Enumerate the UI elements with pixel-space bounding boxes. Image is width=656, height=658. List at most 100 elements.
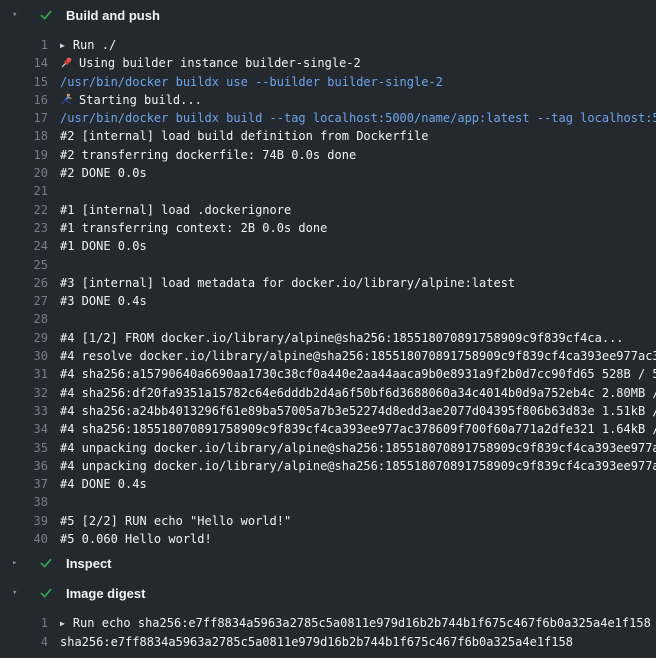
line-number[interactable]: 25 (0, 256, 48, 274)
line-number[interactable]: 38 (0, 493, 48, 511)
line-number[interactable]: 36 (0, 457, 48, 475)
log-text (60, 182, 656, 200)
log-line: 36 #4 unpacking docker.io/library/alpine@… (0, 457, 656, 475)
log-line: 35 #4 unpacking docker.io/library/alpine@… (0, 439, 656, 457)
runner-icon (60, 93, 79, 107)
log-text: #2 transferring dockerfile: 74B 0.0s don… (60, 146, 656, 164)
line-number[interactable]: 23 (0, 219, 48, 237)
log-text: #4 sha256:df20fa9351a15782c64e6dddb2d4a6… (60, 384, 656, 402)
expand-arrow-icon[interactable]: ▶ (60, 615, 65, 632)
log-text-value: /usr/bin/docker buildx build --tag local… (60, 111, 656, 125)
log-line: 32 #4 sha256:df20fa9351a15782c64e6dddb2d4… (0, 384, 656, 402)
log-text: #4 unpacking docker.io/library/alpine@sh… (60, 439, 656, 457)
line-number[interactable]: 21 (0, 182, 48, 200)
section-header-build-and-push[interactable]: ▾Build and push (0, 0, 656, 30)
line-number[interactable]: 1 (0, 614, 48, 632)
line-number[interactable]: 37 (0, 475, 48, 493)
log-text: #3 [internal] load metadata for docker.i… (60, 274, 656, 292)
line-number[interactable]: 16 (0, 91, 48, 109)
log-text: #3 DONE 0.4s (60, 292, 656, 310)
line-number[interactable]: 22 (0, 201, 48, 219)
log-text: Starting build... (60, 91, 656, 109)
log-text: #4 unpacking docker.io/library/alpine@sh… (60, 457, 656, 475)
line-number[interactable]: 32 (0, 384, 48, 402)
log-text-value: #5 0.060 Hello world! (60, 532, 212, 546)
log-line: 24 #1 DONE 0.0s (0, 237, 656, 255)
log-text-value: Starting build... (79, 93, 202, 107)
log-text-value: #5 [2/2] RUN echo "Hello world!" (60, 514, 291, 528)
log-line: 34 #4 sha256:185518070891758909c9f839cf4c… (0, 420, 656, 438)
chevron-down-icon[interactable]: ▾ (12, 588, 26, 598)
pushpin-icon (60, 56, 79, 70)
log-text: sha256:e7ff8834a5963a2785c5a0811e979d16b… (60, 633, 656, 651)
log-line: 14 Using builder instance builder-single-… (0, 54, 656, 72)
log-text: #2 DONE 0.0s (60, 164, 656, 182)
log-text (60, 310, 656, 328)
log-text: #5 [2/2] RUN echo "Hello world!" (60, 512, 656, 530)
section-header-image-digest[interactable]: ▾Image digest (0, 578, 656, 608)
line-number[interactable]: 28 (0, 310, 48, 328)
log-line: 1 ▶ Run ./ (0, 36, 656, 54)
log-text-value: #3 DONE 0.4s (60, 294, 147, 308)
log-text-value: #1 DONE 0.0s (60, 239, 147, 253)
log-line: 30 #4 resolve docker.io/library/alpine@sh… (0, 347, 656, 365)
check-icon (38, 585, 54, 601)
log-line: 31 #4 sha256:a15790640a6690aa1730c38cf0a4… (0, 365, 656, 383)
log-line: 38 (0, 493, 656, 511)
log-text-value: #4 DONE 0.4s (60, 477, 147, 491)
line-number[interactable]: 29 (0, 329, 48, 347)
log-text: #4 sha256:a15790640a6690aa1730c38cf0a440… (60, 365, 656, 383)
log-text-value: Using builder instance builder-single-2 (79, 56, 361, 70)
log-line: 19 #2 transferring dockerfile: 74B 0.0s d… (0, 146, 656, 164)
log-line: 27 #3 DONE 0.4s (0, 292, 656, 310)
line-number[interactable]: 40 (0, 530, 48, 548)
line-number[interactable]: 33 (0, 402, 48, 420)
line-number[interactable]: 30 (0, 347, 48, 365)
log-line: 21 (0, 182, 656, 200)
section-build-and-push: ▾Build and push 1 ▶ Run ./ 14 Using builder i… (0, 0, 656, 548)
line-number[interactable]: 1 (0, 36, 48, 54)
section-header-inspect[interactable]: ▸Inspect (0, 548, 656, 578)
log-text: ▶ Run echo sha256:e7ff8834a5963a2785c5a08… (60, 614, 656, 632)
line-number[interactable]: 26 (0, 274, 48, 292)
line-number[interactable]: 24 (0, 237, 48, 255)
line-number[interactable]: 27 (0, 292, 48, 310)
line-number[interactable]: 14 (0, 54, 48, 72)
log-line: 22 #1 [internal] load .dockerignore (0, 201, 656, 219)
log-text-value: #4 unpacking docker.io/library/alpine@sh… (60, 441, 656, 455)
log-line: 23 #1 transferring context: 2B 0.0s done (0, 219, 656, 237)
log-text: #4 sha256:185518070891758909c9f839cf4ca3… (60, 420, 656, 438)
log-text-value: #4 sha256:a24bb4013296f61e89ba57005a7b3e… (60, 404, 656, 418)
log-text-value: #2 DONE 0.0s (60, 166, 147, 180)
log-text-value: #4 sha256:a15790640a6690aa1730c38cf0a440… (60, 367, 656, 381)
chevron-right-icon[interactable]: ▸ (12, 558, 26, 568)
log-text-value: #4 sha256:df20fa9351a15782c64e6dddb2d4a6… (60, 386, 656, 400)
log-text: Using builder instance builder-single-2 (60, 54, 656, 72)
actions-log-viewer: ▾Build and push1▶Run ./14Using builder i… (0, 0, 656, 658)
log-text (60, 256, 656, 274)
expand-arrow-icon[interactable]: ▶ (60, 37, 65, 54)
line-number[interactable]: 15 (0, 73, 48, 91)
log-text: #2 [internal] load build definition from… (60, 127, 656, 145)
line-number[interactable]: 19 (0, 146, 48, 164)
log-text-value: #1 transferring context: 2B 0.0s done (60, 221, 327, 235)
log-text-value: #4 resolve docker.io/library/alpine@sha2… (60, 349, 656, 363)
log-text-value: Run ./ (73, 38, 116, 52)
log-line: 29#4 [1/2] FROM docker.io/library/alpine… (0, 329, 656, 347)
log-text: #1 [internal] load .dockerignore (60, 201, 656, 219)
line-number[interactable]: 35 (0, 439, 48, 457)
line-number[interactable]: 31 (0, 365, 48, 383)
line-number[interactable]: 4 (0, 633, 48, 651)
log-text: #4 resolve docker.io/library/alpine@sha2… (60, 347, 656, 365)
log-line: 25 (0, 256, 656, 274)
log-text-value: #4 sha256:185518070891758909c9f839cf4ca3… (60, 422, 656, 436)
log-line: 18 #2 [internal] load build definition fr… (0, 127, 656, 145)
line-number[interactable]: 39 (0, 512, 48, 530)
log-text-value: Run echo sha256:e7ff8834a5963a2785c5a081… (73, 616, 651, 630)
line-number[interactable]: 17 (0, 109, 48, 127)
chevron-down-icon[interactable]: ▾ (12, 10, 26, 20)
line-number[interactable]: 18 (0, 127, 48, 145)
log-text: #4 sha256:a24bb4013296f61e89ba57005a7b3e… (60, 402, 656, 420)
line-number[interactable]: 20 (0, 164, 48, 182)
line-number[interactable]: 34 (0, 420, 48, 438)
